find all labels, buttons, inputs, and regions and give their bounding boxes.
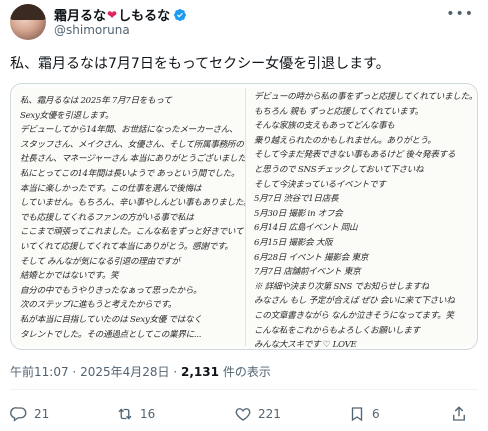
share-button[interactable] bbox=[450, 405, 474, 423]
divider bbox=[10, 389, 478, 390]
letter-left-line: 社長さん、マネージャーさん 本当にありがとうございました。 bbox=[20, 154, 255, 165]
bookmark-count: 6 bbox=[372, 407, 380, 421]
bookmark-icon bbox=[351, 407, 363, 422]
letter-right-line: 6月15日 撮影会 大阪 bbox=[254, 237, 333, 248]
heart-icon: ❤ bbox=[107, 7, 118, 22]
tweet-header: 霜月るな ❤ しもるな @shimoruna ••• bbox=[0, 0, 488, 46]
letter-right-line: この文章書きながら なんか泣きそうになってます。笑 bbox=[254, 310, 454, 321]
action-bar: 21 16 221 6 bbox=[0, 399, 488, 429]
letter-right-line: ※ 詳細や決まり次第 SNS でお知らせしますね bbox=[254, 281, 429, 292]
letter-left-line: 結婚とかではないです。笑 bbox=[20, 271, 119, 282]
tweet-text: 私、霜月るなは7月7日をもってセクシー女優を引退します。 bbox=[10, 56, 390, 72]
retweet-count: 16 bbox=[140, 407, 156, 421]
user-handle[interactable]: @shimoruna bbox=[54, 23, 130, 37]
letter-left-line: 自分の中でもうやりきったなぁって思ったから。 bbox=[20, 285, 202, 296]
letter-right-line: 5月7日 渋谷で1日店長 bbox=[254, 194, 339, 205]
tweet-date[interactable]: 2025年4月28日 bbox=[80, 365, 169, 379]
letter-left-line: でも応援してくれるファンの方がいる事で私は bbox=[20, 212, 194, 223]
verified-badge-icon bbox=[173, 8, 187, 22]
tweet-timestamp: 午前11:07 · 2025年4月28日 · 2,131 件の表示 bbox=[10, 363, 271, 380]
letter-left-line: タレントでした。その通過点としてこの業界に... bbox=[20, 329, 202, 340]
share-icon bbox=[453, 406, 465, 421]
avatar-hair bbox=[10, 4, 46, 20]
letter-left-line: 次のステップに進もうと考えたからです。 bbox=[20, 300, 177, 311]
like-icon bbox=[235, 408, 251, 421]
display-name[interactable]: 霜月るな ❤ しもるな bbox=[54, 5, 187, 24]
views-label: 件の表示 bbox=[222, 365, 271, 379]
letter-left-line: ここまで頑張ってこれました。こんな私をずっと好きでいて bbox=[20, 227, 244, 238]
like-count: 221 bbox=[258, 407, 281, 421]
letter-right-line: と思うので SNSチェックしておいて下さいね bbox=[254, 164, 424, 175]
letter-right-line: こんな私をこれからもよろしくお願いします bbox=[254, 325, 420, 336]
reply-button[interactable]: 21 bbox=[10, 405, 49, 423]
letter-left-line: デビューしてから14年間、お世話になったメーカーさん、 bbox=[20, 125, 238, 136]
meta-separator: · bbox=[72, 365, 77, 379]
meta-separator-2: · bbox=[173, 365, 178, 379]
letter-left-line: いてくれて応援してくれて本当にありがとう。感謝です。 bbox=[20, 241, 233, 252]
letter-left-line: 私にとってこの14年間は長いようで あっという間でした。 bbox=[20, 168, 240, 179]
views-count: 2,131 bbox=[181, 365, 219, 379]
letter-right-line: デビューの時から私の事をずっと応援してくれていました。 bbox=[254, 92, 478, 102]
letter-right-line: 5月30日 撮影 in オフ会 bbox=[254, 208, 343, 219]
avatar[interactable] bbox=[10, 4, 46, 40]
letter-page-left: 私、霜月るなは 2025年 7月7日をもって Sexy女優を引退します。デビューし… bbox=[14, 88, 254, 346]
letter-right-line: みんな大スキです ♡ LOVE bbox=[254, 340, 357, 350]
letter-left-text: 私、霜月るなは 2025年 7月7日をもって Sexy女優を引退します。デビューし… bbox=[20, 94, 254, 342]
retweet-icon bbox=[118, 408, 132, 420]
letter-left-line: Sexy女優を引退します。 bbox=[20, 110, 114, 121]
more-options-icon[interactable]: ••• bbox=[446, 6, 474, 22]
letter-right-line: みなさん もし 予定が合えば ぜひ 会いに来て下さいね bbox=[254, 296, 455, 307]
bookmark-button[interactable]: 6 bbox=[348, 405, 380, 423]
display-name-text: 霜月るな bbox=[54, 9, 107, 24]
letter-right-line: そして今まだ発表できない事もあるけど 後々発表する bbox=[254, 150, 456, 161]
reply-icon bbox=[10, 407, 27, 422]
reply-count: 21 bbox=[34, 407, 50, 421]
letter-right-line: もちろん 親も ずっと応援してくれています。 bbox=[254, 106, 424, 117]
letter-right-text: デビューの時から私の事をずっと応援してくれていました。 もちろん 親も ずっと応援… bbox=[254, 90, 478, 350]
letter-left-line: スタッフさん、メイクさん、女優さん、そして所属事務所の bbox=[20, 139, 244, 150]
letter-left-line: していません。もちろん、辛い事やしんどい事もありました。 bbox=[20, 198, 252, 209]
letter-left-line: 本当に楽しかったです。この仕事を選んで後悔は bbox=[20, 183, 202, 194]
letter-right-line: そんな家族の支えもあってどんな事も bbox=[254, 121, 395, 132]
letter-page-right: デビューの時から私の事をずっと応援してくれていました。 もちろん 親も ずっと応援… bbox=[245, 88, 477, 349]
letter-left-line: 私、霜月るなは 2025年 7月7日をもって bbox=[20, 96, 172, 106]
retweet-button[interactable]: 16 bbox=[116, 405, 155, 423]
letter-right-line: 7月7日 店舗前イベント 東京 bbox=[254, 267, 361, 278]
letter-right-line: 6月14日 広島イベント 岡山 bbox=[254, 223, 358, 234]
letter-right-line: 6月28日 イベント 撮影会 東京 bbox=[254, 252, 369, 263]
like-button[interactable]: 221 bbox=[234, 405, 281, 423]
letter-right-line: 乗り越えられたのかもしれません。ありがとう。 bbox=[254, 135, 436, 146]
letter-right-line: そして今決まっているイベントです bbox=[254, 179, 386, 190]
tweet-image[interactable]: 私、霜月るなは 2025年 7月7日をもって Sexy女優を引退します。デビューし… bbox=[10, 83, 478, 350]
letter-left-line: そして みんなが気になる引退の理由ですが bbox=[20, 256, 180, 267]
tweet-time[interactable]: 午前11:07 bbox=[10, 365, 69, 379]
letter-left-line: 私が本当に目指していたのは Sexy女優 ではなく bbox=[20, 314, 202, 325]
display-name-suffix: しもるな bbox=[118, 9, 171, 24]
